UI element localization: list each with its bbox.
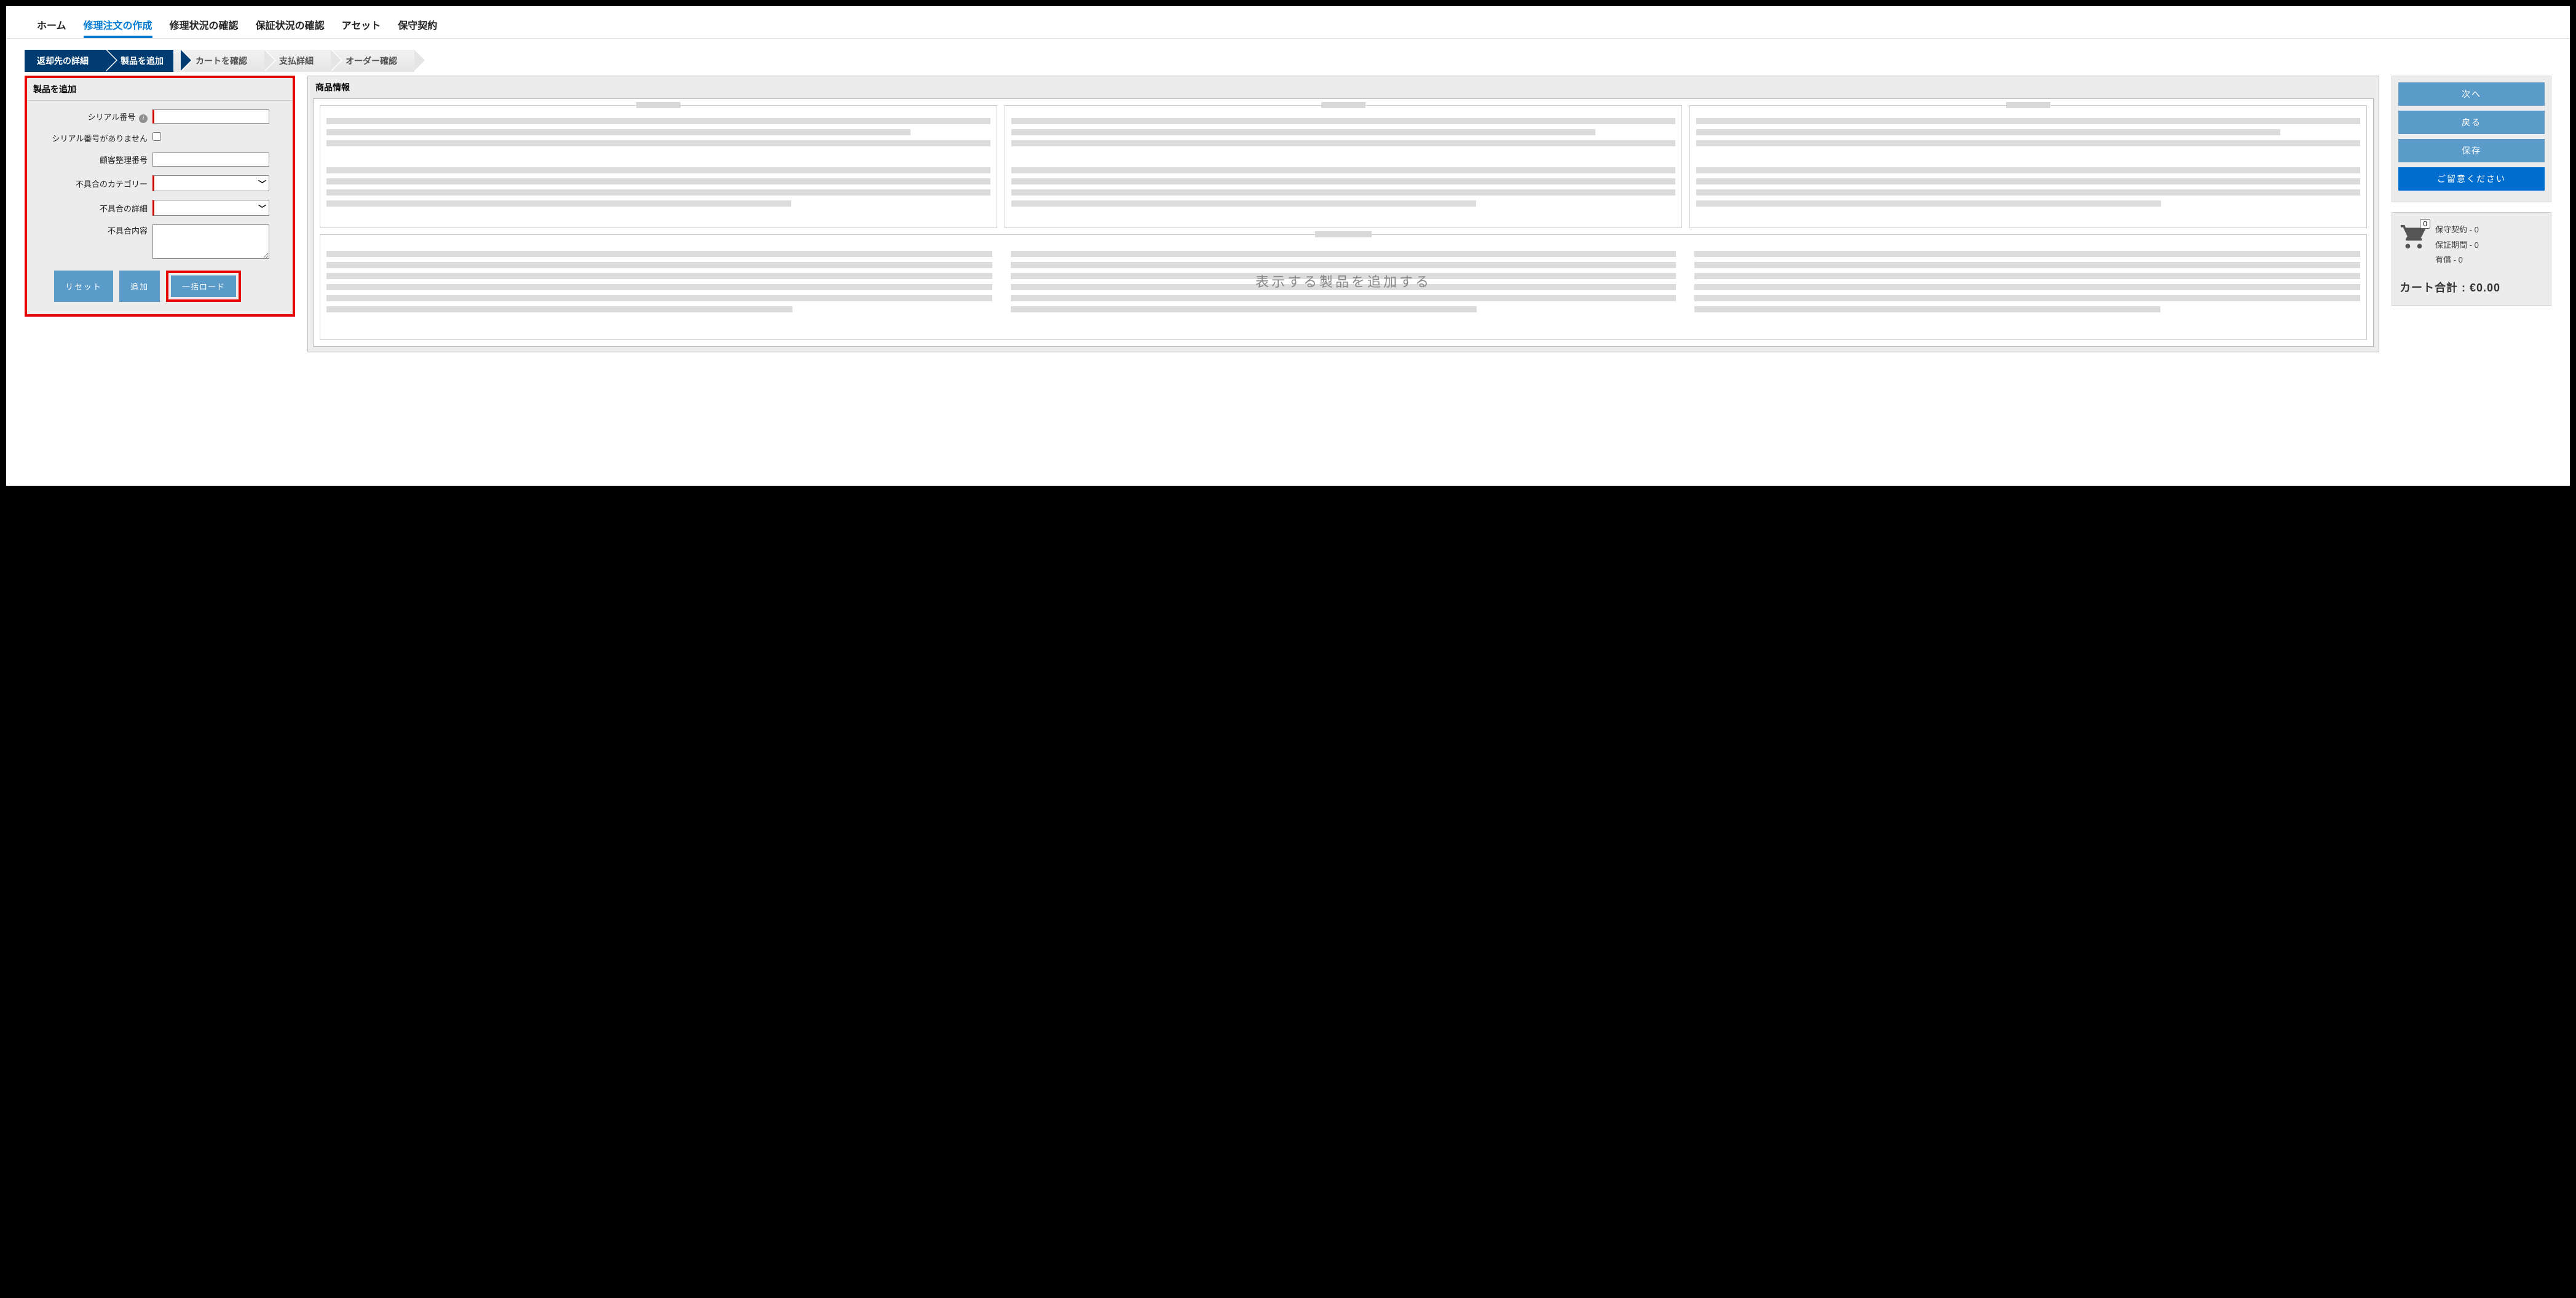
no-serial-label: シリアル番号がありません [36,132,152,144]
bulk-load-highlight: 一括ロード [166,271,241,302]
nav-maintenance-contract[interactable]: 保守契約 [398,12,437,38]
nav-home[interactable]: ホーム [37,12,66,38]
nav-create-repair-order[interactable]: 修理注文の作成 [84,12,152,38]
skeleton-wide-card [320,234,2367,340]
chevron-down-icon: ﹀ [258,202,266,214]
product-info-title: 商品情報 [308,76,2379,98]
fault-text-textarea[interactable] [152,224,269,259]
fault-category-label: 不具合のカテゴリー [36,178,152,189]
notice-button[interactable]: ご留意ください [2398,167,2545,191]
cart-icon: 0 [2400,223,2428,251]
skeleton-card [1689,105,2367,228]
form-title: 製品を追加 [27,78,293,101]
skeleton-card [1005,105,1682,228]
main-content: 製品を追加 シリアル番号 i シリアル番号がありません [6,72,2570,371]
cart-total: カート合計 : €0.00 [2400,279,2543,295]
product-info-panel: 商品情報 [307,76,2379,352]
step-return-details[interactable]: 返却先の詳細 [25,50,106,72]
nav-repair-status[interactable]: 修理状況の確認 [170,12,239,38]
add-button[interactable]: 追加 [119,271,160,302]
serial-input[interactable] [152,109,269,124]
top-nav: ホーム 修理注文の作成 修理状況の確認 保証状況の確認 アセット 保守契約 [6,6,2570,39]
cart-line-warranty: 保証期間 - 0 [2435,238,2479,253]
fault-detail-label: 不具合の詳細 [36,202,152,214]
no-serial-checkbox[interactable] [152,132,161,141]
back-button[interactable]: 戻る [2398,111,2545,134]
serial-label: シリアル番号 i [36,111,152,123]
cart-count-badge: 0 [2420,219,2430,229]
chevron-down-icon: ﹀ [258,178,266,189]
cart-line-paid: 有償 - 0 [2435,253,2479,268]
fault-text-label: 不具合内容 [36,224,152,236]
add-product-form-panel: 製品を追加 シリアル番号 i シリアル番号がありません [25,76,295,317]
bulk-load-button[interactable]: 一括ロード [171,275,236,297]
reset-button[interactable]: リセット [54,271,113,302]
nav-assets[interactable]: アセット [342,12,381,38]
skeleton-card [320,105,997,228]
progress-steps: 返却先の詳細 製品を追加 カートを確認 支払詳細 オーダー確認 [25,50,2570,72]
cart-line-contract: 保守契約 - 0 [2435,223,2479,238]
customer-ref-input[interactable] [152,152,269,167]
cart-lines: 保守契約 - 0 保証期間 - 0 有償 - 0 [2435,223,2479,268]
customer-ref-label: 顧客整理番号 [36,154,152,165]
app-root: ホーム 修理注文の作成 修理状況の確認 保証状況の確認 アセット 保守契約 返却… [6,6,2570,486]
fault-category-select[interactable]: ﹀ [152,175,269,191]
save-button[interactable]: 保存 [2398,139,2545,162]
action-panel: 次へ 戻る 保存 ご留意ください [2392,76,2551,202]
nav-warranty-status[interactable]: 保証状況の確認 [256,12,325,38]
fault-detail-select[interactable]: ﹀ [152,200,269,216]
info-icon[interactable]: i [139,114,148,123]
next-button[interactable]: 次へ [2398,82,2545,106]
cart-summary-panel: 0 保守契約 - 0 保証期間 - 0 有償 - 0 カート合計 : €0.00 [2392,212,2551,306]
product-info-body: 表示する製品を追加する [313,98,2374,347]
